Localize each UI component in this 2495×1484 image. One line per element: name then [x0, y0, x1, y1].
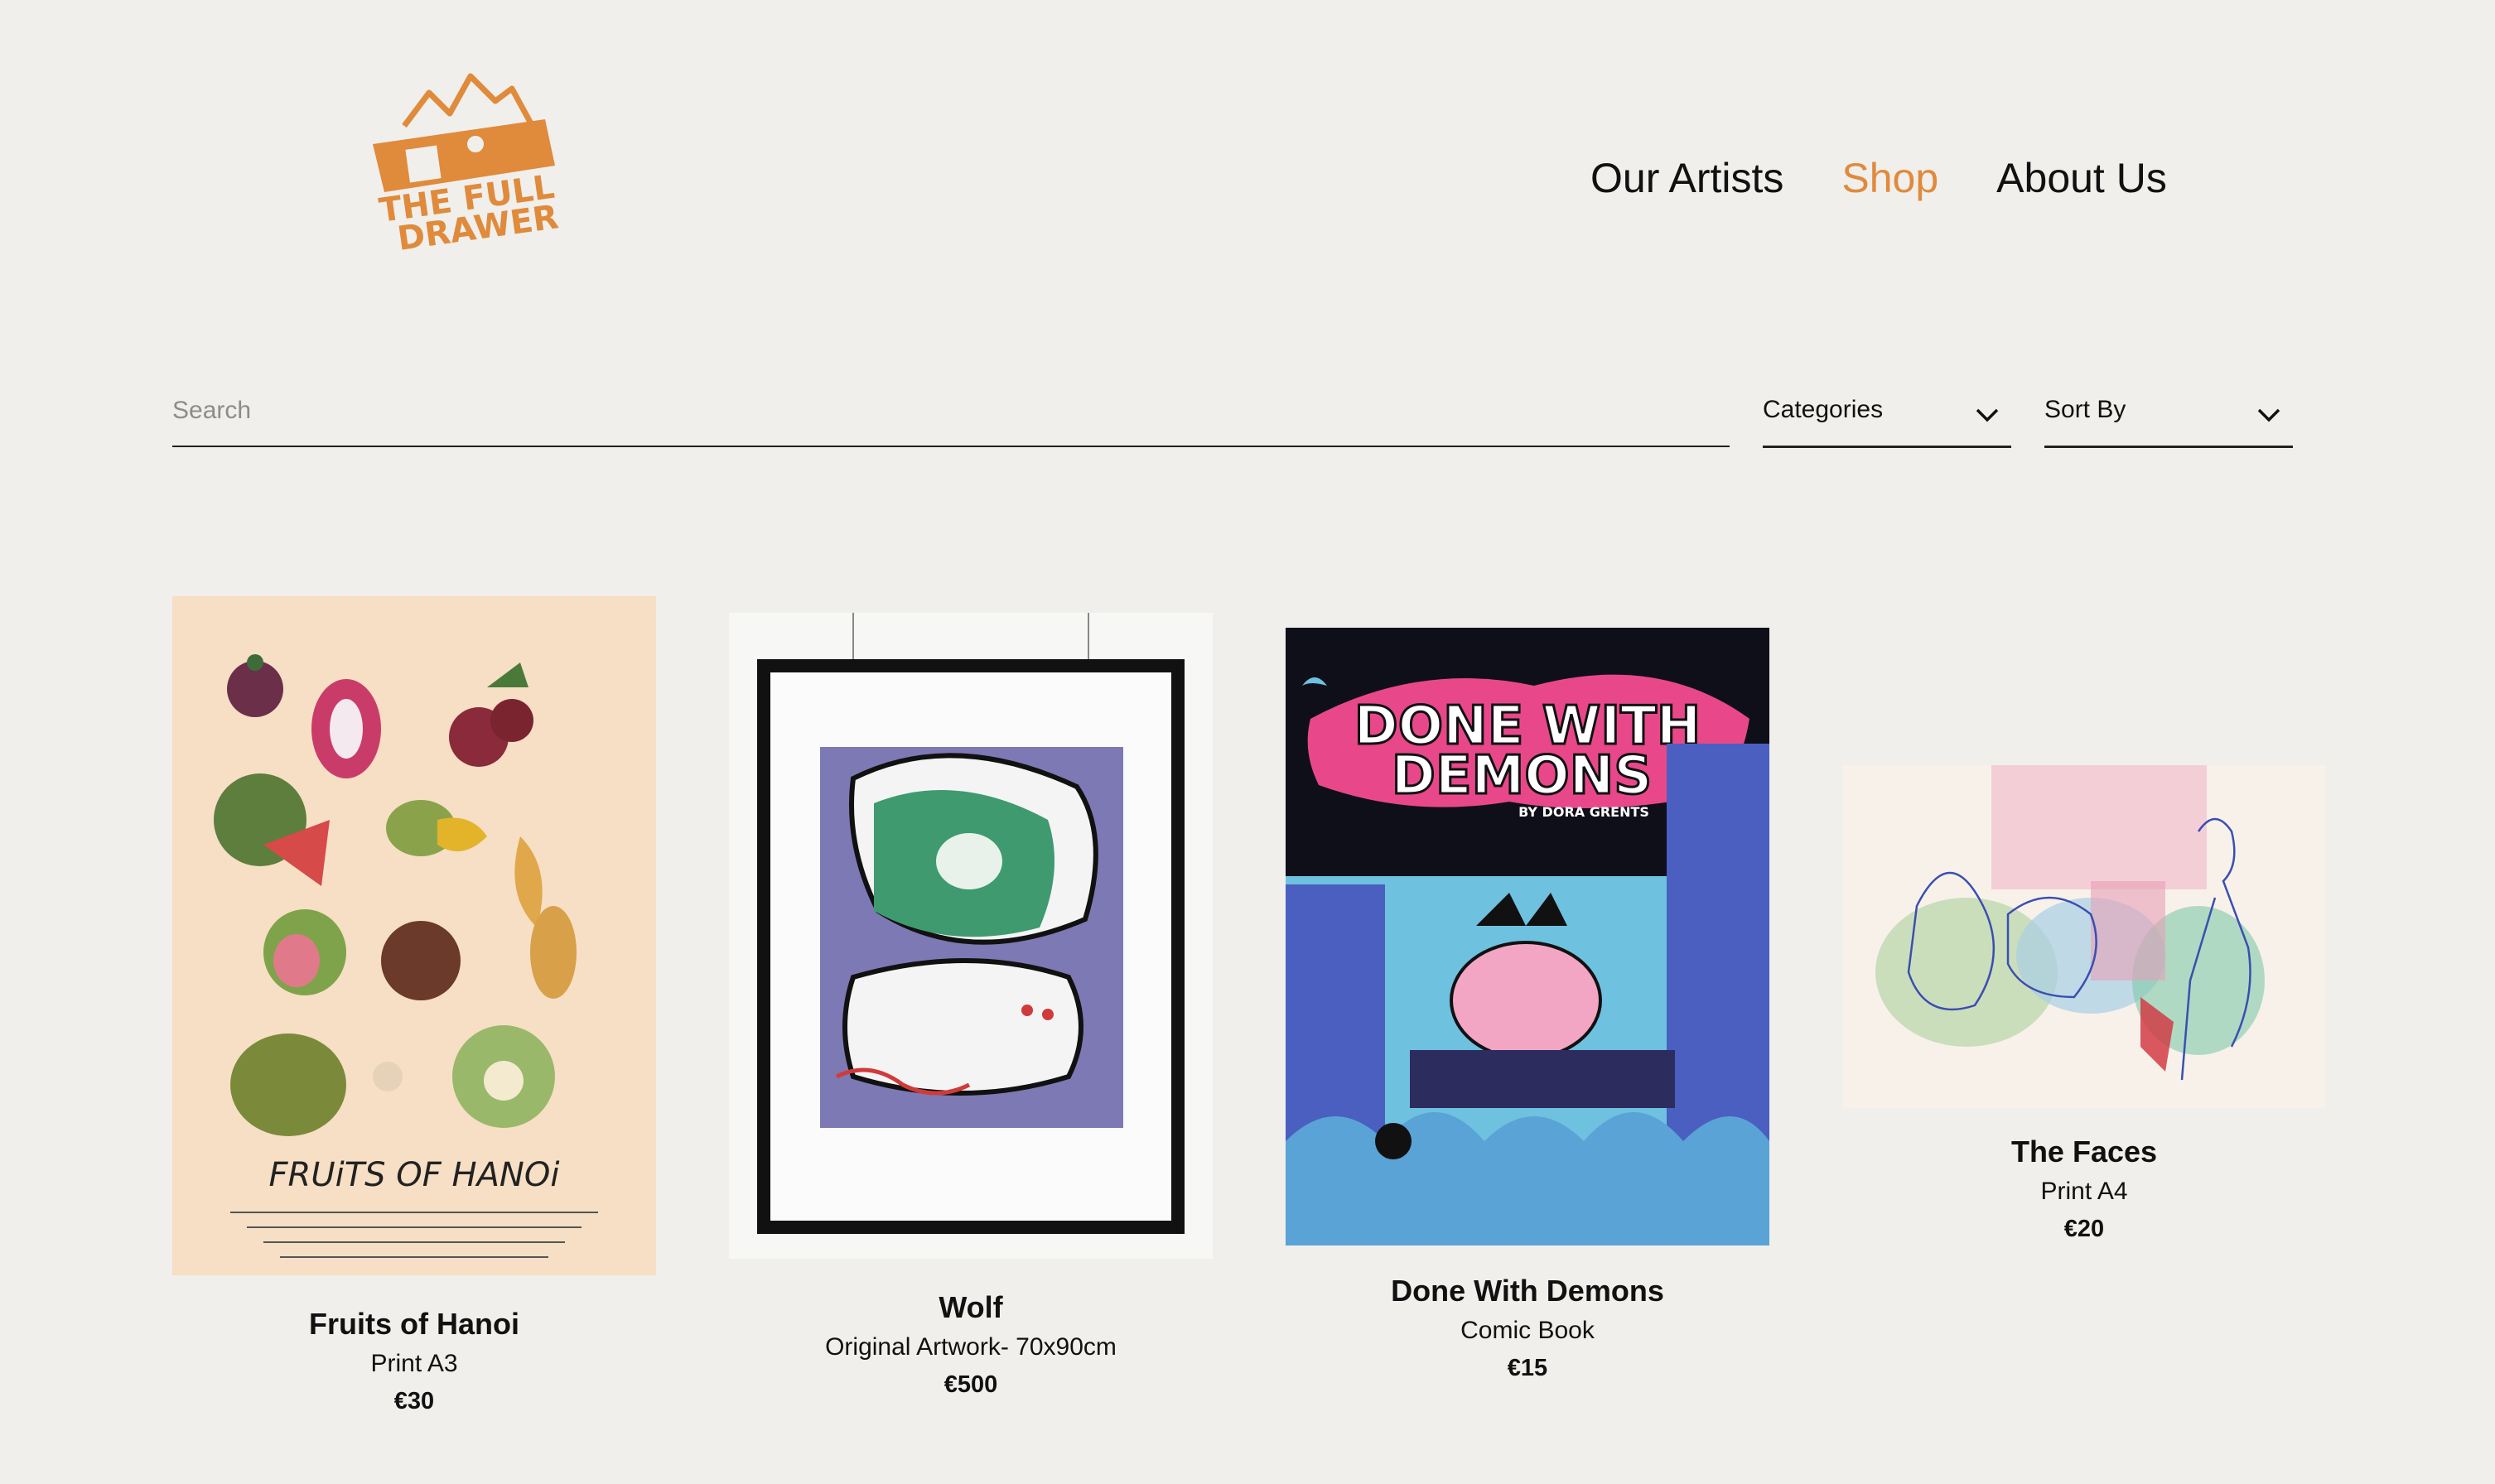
product-title[interactable]: Fruits of Hanoi — [172, 1307, 656, 1342]
product-title[interactable]: Done With Demons — [1286, 1274, 1769, 1308]
nav-about-us[interactable]: About Us — [1996, 154, 2167, 202]
product-card[interactable]: The Faces Print A4 €20 — [1842, 765, 2326, 1262]
chevron-down-icon — [2257, 408, 2280, 422]
product-subtitle: Print A3 — [370, 1350, 458, 1377]
art-byline: BY DORA GRENTS — [1518, 804, 1649, 820]
sort-dropdown[interactable]: Sort By — [2044, 381, 2293, 448]
sort-label: Sort By — [2044, 396, 2126, 423]
product-price: €15 — [1507, 1355, 1548, 1381]
categories-dropdown[interactable]: Categories — [1763, 381, 2011, 448]
categories-label: Categories — [1763, 396, 1884, 423]
product-title[interactable]: The Faces — [1842, 1135, 2326, 1169]
product-subtitle: Comic Book — [1460, 1317, 1595, 1344]
product-image-done-with-demons[interactable]: DONE WITH DEMONS BY DORA GRENTS — [1286, 628, 1769, 1246]
art-heading-2: DEMONS — [1392, 745, 1653, 807]
product-card[interactable]: FRUiTS OF HANOi Fruits of Hanoi Print A3… — [172, 596, 656, 1416]
product-price: €500 — [943, 1371, 998, 1398]
nav-shop[interactable]: Shop — [1841, 154, 1938, 202]
product-subtitle: Print A4 — [2040, 1178, 2128, 1205]
art-heading: FRUiTS OF HANOi — [269, 1156, 560, 1194]
main-nav: Our Artists Shop About Us — [1590, 154, 2167, 202]
nav-our-artists[interactable]: Our Artists — [1590, 154, 1783, 202]
product-image-the-faces[interactable] — [1842, 765, 2326, 1108]
product-card[interactable]: DONE WITH DEMONS BY DORA GRENTS Done Wit… — [1286, 628, 1769, 1406]
brand-logo[interactable]: THE FULL DRAWER — [371, 68, 586, 252]
product-card[interactable]: Wolf Original Artwork- 70x90cm €500 — [729, 613, 1213, 1408]
chevron-down-icon — [1976, 408, 1999, 422]
product-price: €30 — [393, 1388, 435, 1414]
product-title[interactable]: Wolf — [729, 1290, 1213, 1325]
product-subtitle: Original Artwork- 70x90cm — [825, 1333, 1117, 1361]
product-image-wolf[interactable] — [729, 613, 1213, 1259]
search-field — [172, 381, 1730, 447]
search-input[interactable] — [172, 381, 1730, 441]
product-image-fruits-of-hanoi[interactable]: FRUiTS OF HANOi — [172, 596, 656, 1275]
product-price: €20 — [2063, 1216, 2105, 1242]
